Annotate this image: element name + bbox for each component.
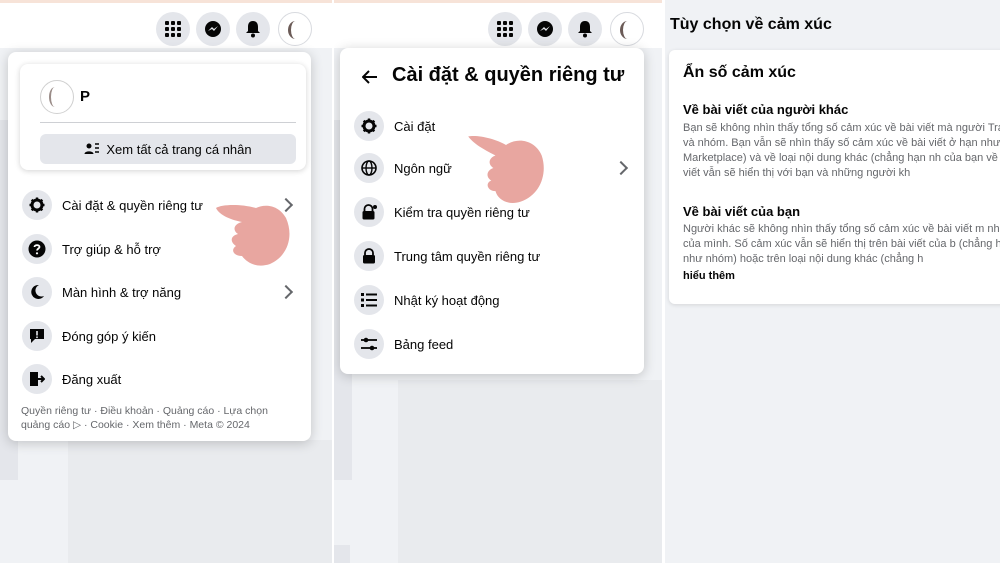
bell-icon — [246, 21, 260, 38]
lock-heart-icon — [354, 197, 384, 227]
menu-item-label: Bảng feed — [394, 336, 454, 352]
settings-privacy-panel: Cài đặt & quyền riêng tư Cài đặt Ngôn ng… — [334, 0, 662, 563]
menu-item-label: Kiểm tra quyền riêng tư — [394, 204, 530, 220]
notifications-button[interactable] — [236, 12, 270, 46]
messenger-icon — [537, 21, 553, 37]
profile-card[interactable]: P Xem tất cả trang cá nhân — [20, 64, 306, 170]
section-title-your-posts: Về bài viết của bạn — [683, 204, 801, 219]
menu-item-activity-log[interactable]: Nhật ký hoạt động — [354, 280, 640, 320]
messenger-icon — [205, 21, 221, 37]
menu-item-display-accessibility[interactable]: Màn hình & trợ năng — [22, 272, 305, 312]
messenger-button[interactable] — [196, 12, 230, 46]
menu-item-label: Cài đặt & quyền riêng tư — [62, 197, 203, 213]
profiles-icon — [84, 143, 100, 154]
menu-grid-button[interactable] — [488, 12, 522, 46]
section-text-your-posts: Người khác sẽ không nhìn thấy tổng số cả… — [683, 223, 1000, 265]
hide-reaction-counts-card: Ẩn số cảm xúc Về bài viết của người khác… — [669, 50, 1000, 304]
menu-item-give-feedback[interactable]: Đóng góp ý kiến — [22, 316, 305, 356]
pointing-hand-icon — [468, 136, 544, 203]
background-column — [334, 545, 350, 563]
menu-item-label: Đăng xuất — [62, 371, 122, 387]
menu-item-logout[interactable]: Đăng xuất — [22, 359, 305, 399]
see-all-profiles-label: Xem tất cả trang cá nhân — [106, 141, 252, 157]
grid-icon — [165, 21, 181, 37]
background-content — [68, 440, 332, 563]
menu-grid-button[interactable] — [156, 12, 190, 46]
globe-icon — [354, 153, 384, 183]
section-text-others-posts: Bạn sẽ không nhìn thấy tổng số cảm xúc v… — [683, 122, 1000, 179]
profile-name: P — [80, 88, 91, 105]
page-title: Cài đặt & quyền riêng tư — [392, 64, 625, 86]
notifications-button[interactable] — [568, 12, 602, 46]
grid-icon — [497, 21, 513, 37]
logout-icon — [22, 364, 52, 394]
gear-icon — [354, 111, 384, 141]
background-content — [398, 380, 662, 563]
learn-more-link[interactable]: hiểu thêm — [683, 269, 1000, 284]
question-icon — [22, 234, 52, 264]
see-all-profiles-button[interactable]: Xem tất cả trang cá nhân — [40, 134, 296, 164]
menu-item-label: Cài đặt — [394, 118, 436, 134]
menu-item-label: Màn hình & trợ năng — [62, 284, 182, 300]
section-title-others-posts: Về bài viết của người khác — [683, 102, 849, 117]
reaction-preferences-panel: Tùy chọn về cảm xúc Ẩn số cảm xúc Về bài… — [665, 0, 1000, 563]
menu-item-label: Ngôn ngữ — [394, 160, 452, 176]
card-title: Ẩn số cảm xúc — [683, 64, 796, 81]
footer-links[interactable]: Quyền riêng tư · Điều khoản · Quảng cáo … — [21, 404, 291, 432]
menu-item-privacy-center[interactable]: Trung tâm quyền riêng tư — [354, 236, 640, 276]
gear-icon — [22, 190, 52, 220]
messenger-button[interactable] — [528, 12, 562, 46]
account-avatar-button[interactable] — [278, 12, 312, 46]
account-menu-panel: P Xem tất cả trang cá nhân Cài đặt & quy… — [0, 0, 332, 563]
moon-icon — [22, 277, 52, 307]
list-icon — [354, 285, 384, 315]
sliders-icon — [354, 329, 384, 359]
lock-icon — [354, 241, 384, 271]
page-title: Tùy chọn về cảm xúc — [670, 16, 832, 33]
back-arrow-icon[interactable] — [362, 70, 378, 84]
menu-item-label: Trợ giúp & hỗ trợ — [62, 241, 161, 257]
account-avatar-button[interactable] — [610, 12, 644, 46]
menu-item-feed[interactable]: Bảng feed — [354, 324, 640, 364]
chevron-right-icon — [278, 284, 294, 300]
menu-item-label: Đóng góp ý kiến — [62, 328, 156, 344]
chevron-right-icon — [613, 160, 629, 176]
settings-privacy-dropdown: Cài đặt & quyền riêng tư Cài đặt Ngôn ng… — [340, 48, 644, 374]
bell-icon — [578, 21, 592, 38]
menu-item-label: Trung tâm quyền riêng tư — [394, 248, 541, 264]
feedback-icon — [22, 321, 52, 351]
menu-item-label: Nhật ký hoạt động — [394, 292, 500, 308]
pointing-hand-icon — [216, 205, 290, 266]
profile-avatar — [40, 80, 74, 114]
profile-divider — [40, 122, 296, 123]
